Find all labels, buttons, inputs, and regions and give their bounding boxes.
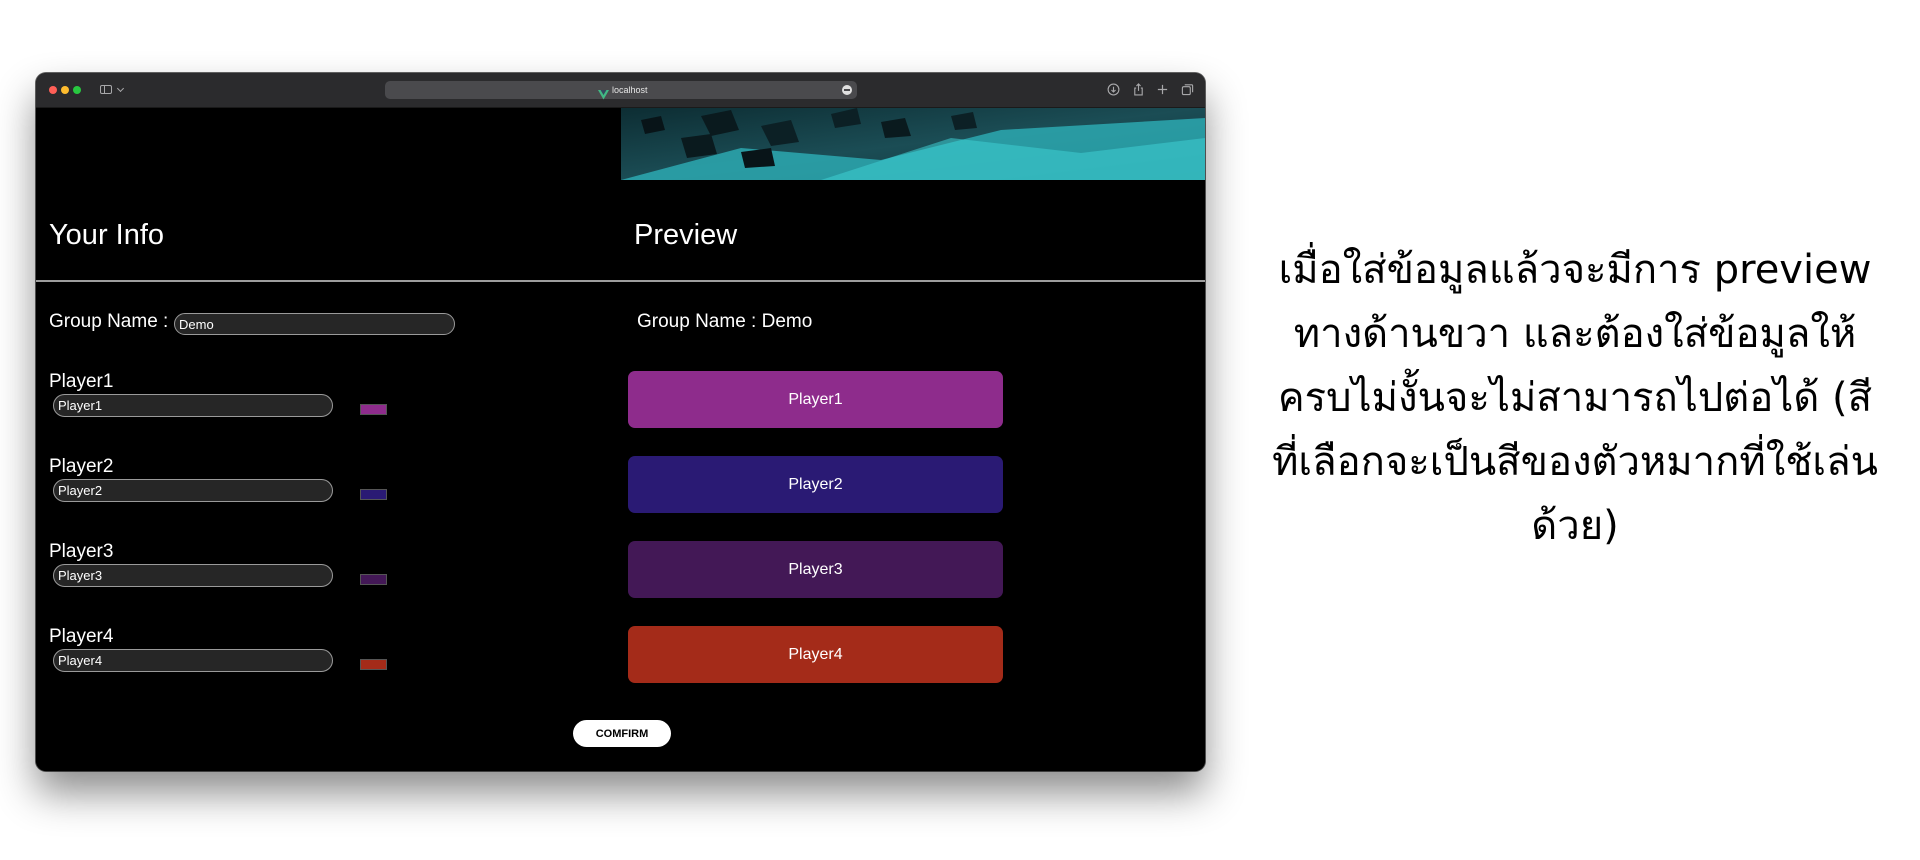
page-content: Your Info Preview Group Name : Player1 P… (36, 108, 1205, 771)
preview-title: Preview (634, 219, 738, 251)
preview-group-name: Group Name : Demo (637, 311, 813, 332)
player2-label: Player2 (49, 456, 114, 477)
divider (36, 280, 1205, 282)
browser-toolbar: localhost (36, 73, 1205, 108)
player4-label: Player4 (49, 626, 114, 647)
zoom-window-button[interactable] (73, 86, 81, 94)
address-bar[interactable]: localhost (385, 81, 857, 100)
preview-player2-card: Player2 (628, 456, 1003, 513)
minimize-window-button[interactable] (61, 86, 69, 94)
player2-input[interactable] (53, 479, 333, 502)
download-icon[interactable] (1107, 83, 1120, 96)
player1-label: Player1 (49, 371, 114, 392)
chevron-down-icon[interactable] (116, 84, 125, 93)
your-info-title: Your Info (49, 219, 165, 251)
player1-color-picker[interactable] (360, 404, 387, 415)
player3-input[interactable] (53, 564, 333, 587)
player4-color-picker[interactable] (360, 659, 387, 670)
tab-overview-icon[interactable] (1181, 83, 1194, 96)
player3-label: Player3 (49, 541, 114, 562)
player4-input[interactable] (53, 649, 333, 672)
preview-player4-card: Player4 (628, 626, 1003, 683)
vue-logo-icon (598, 85, 609, 100)
close-window-button[interactable] (49, 86, 57, 94)
group-name-label: Group Name : (49, 311, 169, 332)
caption-text: เมื่อใส่ข้อมูลแล้วจะมีการ preview ทางด้า… (1272, 247, 1878, 549)
confirm-button[interactable]: COMFIRM (573, 720, 671, 747)
player3-color-picker[interactable] (360, 574, 387, 585)
new-tab-icon[interactable] (1156, 83, 1169, 96)
preview-player3-card: Player3 (628, 541, 1003, 598)
player1-input[interactable] (53, 394, 333, 417)
player2-color-picker[interactable] (360, 489, 387, 500)
group-name-input[interactable] (174, 313, 455, 335)
more-icon[interactable] (842, 85, 852, 95)
browser-window: localhost Your Info Preview Group Name:… (36, 73, 1205, 771)
sidebar-toggle-icon[interactable] (100, 85, 112, 94)
url-text: localhost (612, 85, 648, 95)
share-icon[interactable] (1132, 83, 1145, 96)
preview-player1-card: Player1 (628, 371, 1003, 428)
banner-image (621, 108, 1205, 180)
